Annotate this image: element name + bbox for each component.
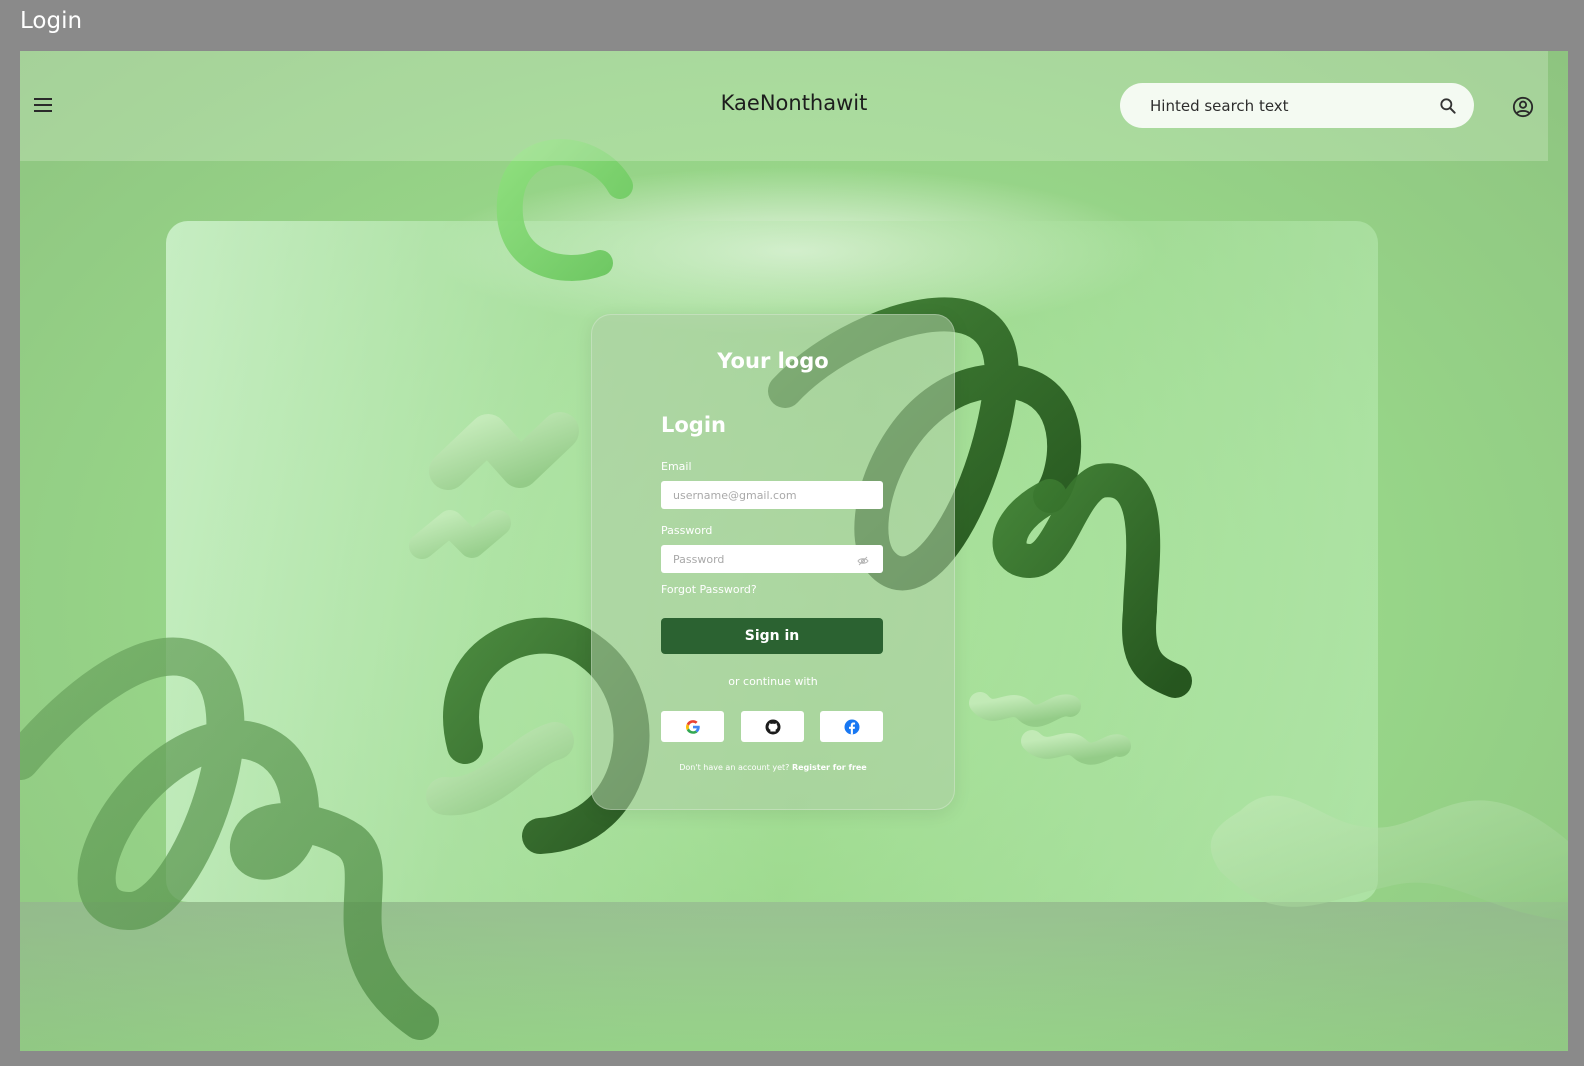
- password-field[interactable]: [661, 545, 883, 573]
- account-circle-icon[interactable]: [1512, 96, 1534, 118]
- search-input[interactable]: [1140, 83, 1430, 128]
- register-line: Don't have an account yet? Register for …: [592, 763, 954, 772]
- window-title: Login: [20, 8, 83, 34]
- register-link[interactable]: Register for free: [792, 763, 867, 772]
- no-account-text: Don't have an account yet?: [679, 763, 790, 772]
- bottom-band: [20, 902, 1568, 1051]
- password-label: Password: [661, 524, 713, 537]
- login-heading: Login: [661, 413, 726, 437]
- facebook-icon: [844, 719, 859, 734]
- google-icon: [685, 719, 700, 734]
- eye-off-icon[interactable]: [857, 555, 869, 567]
- github-login-button[interactable]: [741, 711, 804, 742]
- top-app-bar: KaeNonthawit: [20, 51, 1548, 161]
- forgot-password-link[interactable]: Forgot Password?: [661, 583, 757, 596]
- facebook-login-button[interactable]: [820, 711, 883, 742]
- search-bar[interactable]: [1120, 83, 1474, 128]
- login-card: Your logo Login Email Password Forgot Pa…: [591, 314, 955, 810]
- email-label: Email: [661, 460, 692, 473]
- google-login-button[interactable]: [661, 711, 724, 742]
- search-icon[interactable]: [1438, 96, 1458, 116]
- github-icon: [765, 719, 780, 734]
- login-canvas: KaeNonthawit Your logo Login Email Passw…: [20, 51, 1568, 1051]
- sign-in-button[interactable]: Sign in: [661, 618, 883, 654]
- or-continue-text: or continue with: [728, 675, 818, 688]
- email-field[interactable]: [661, 481, 883, 509]
- logo-text: Your logo: [717, 349, 829, 373]
